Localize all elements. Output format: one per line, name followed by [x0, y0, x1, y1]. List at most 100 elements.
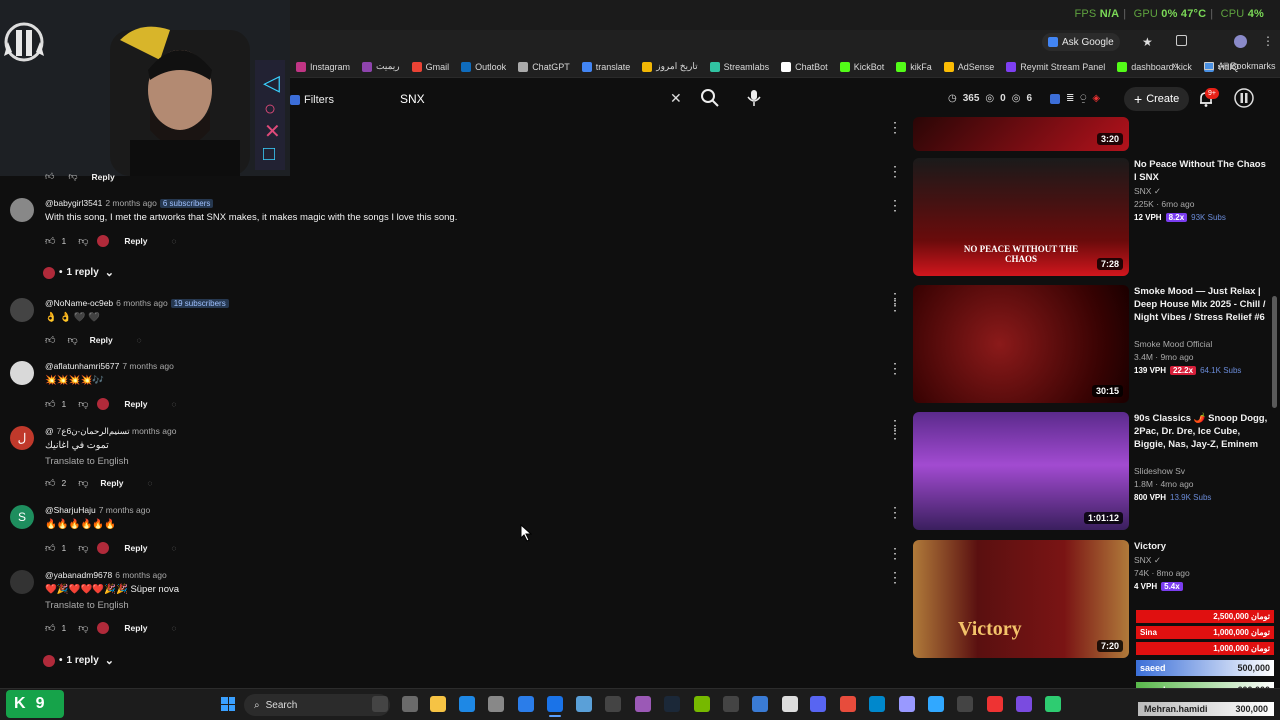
like-icon[interactable]: 👍︎	[45, 334, 55, 346]
dislike-icon[interactable]: 👎︎	[78, 477, 88, 489]
bookmark-item[interactable]: translate	[576, 61, 637, 72]
comment-time[interactable]: 6 months ago	[116, 298, 168, 308]
like-icon[interactable]: 👍︎	[45, 542, 55, 554]
all-bookmarks[interactable]: All Bookmarks	[1204, 61, 1276, 71]
video-title[interactable]: No Peace Without The Chaos l SNX	[1134, 158, 1270, 184]
dislike-icon[interactable]: 👎︎	[78, 542, 88, 554]
profile-icon[interactable]	[1234, 35, 1247, 48]
photoshop-icon[interactable]	[928, 696, 944, 712]
like-icon[interactable]: 👍︎	[45, 622, 55, 634]
more-icon[interactable]: ◌	[137, 336, 142, 345]
clear-search-icon[interactable]: ✕	[670, 90, 682, 107]
like-icon[interactable]: 👍︎	[45, 477, 55, 489]
more-icon[interactable]: ◌	[172, 400, 177, 409]
video-thumbnail[interactable]: 3:20	[913, 117, 1129, 151]
bookmark-item[interactable]: KickBot	[834, 61, 891, 72]
more-bookmarks-button[interactable]: »	[1172, 60, 1178, 72]
file-explorer-icon[interactable]	[430, 696, 446, 712]
comment-author[interactable]: @yabanadm9678	[45, 570, 112, 580]
vidiq-icon[interactable]	[1050, 93, 1061, 104]
browser2-icon[interactable]	[576, 696, 592, 712]
avatar[interactable]	[10, 361, 34, 385]
instagram-icon[interactable]	[635, 696, 651, 712]
video-menu-icon[interactable]: ⋮	[888, 291, 902, 305]
comment-author[interactable]: @SharjuHaju	[45, 505, 96, 515]
store-icon[interactable]	[488, 696, 504, 712]
tag-icon[interactable]: ⍜	[1080, 93, 1086, 104]
telegram-icon[interactable]	[869, 696, 885, 712]
bookmark-star-icon[interactable]: ★	[1142, 35, 1153, 49]
comment-time[interactable]: 6 months ago	[115, 570, 167, 580]
avatar[interactable]	[10, 298, 34, 322]
app4-icon[interactable]	[987, 696, 1003, 712]
bookmark-item[interactable]: kikFa	[890, 61, 938, 72]
avatar[interactable]: ل	[10, 426, 34, 450]
bookmark-item[interactable]: ChatBot	[775, 61, 834, 72]
video-menu-icon[interactable]: ⋮	[888, 164, 902, 178]
microphone-icon[interactable]	[746, 88, 762, 108]
comment-author[interactable]: @babygirl3541	[45, 198, 102, 208]
app2-icon[interactable]	[840, 696, 856, 712]
dislike-icon[interactable]: 👎︎	[78, 235, 88, 247]
extensions-icon[interactable]	[1176, 35, 1187, 46]
video-thumbnail[interactable]: 30:15	[913, 285, 1129, 403]
avatar[interactable]: S	[10, 505, 34, 529]
reply-button[interactable]: Reply	[124, 236, 147, 246]
like-icon[interactable]: 👍︎	[45, 398, 55, 410]
video-thumbnail[interactable]: 1:01:12	[913, 412, 1129, 530]
app-icon[interactable]	[752, 696, 768, 712]
app6-icon[interactable]	[1045, 696, 1061, 712]
windows-start-icon[interactable]	[221, 697, 235, 711]
replies-toggle[interactable]: • 1 reply ⌄	[43, 654, 114, 667]
reply-button[interactable]: Reply	[124, 399, 147, 409]
nvidia-icon[interactable]	[694, 696, 710, 712]
reply-button[interactable]: Reply	[92, 172, 115, 182]
video-menu-icon[interactable]: ⋮	[888, 546, 902, 560]
epic-icon[interactable]	[723, 696, 739, 712]
more-icon[interactable]: ◌	[172, 237, 177, 246]
comment-author[interactable]: @NoName-oc9eb	[45, 298, 113, 308]
steam-icon[interactable]	[664, 696, 680, 712]
channel-avatar-icon[interactable]	[1234, 88, 1254, 108]
bookmark-item[interactable]: AdSense	[938, 61, 1001, 72]
video-channel[interactable]: Smoke Mood Official	[1134, 339, 1212, 349]
aftereffects-icon[interactable]	[899, 696, 915, 712]
replies-toggle[interactable]: • 1 reply ⌄	[43, 266, 114, 279]
discord-icon[interactable]	[810, 696, 826, 712]
filters-button[interactable]: Filters	[290, 90, 334, 110]
comment-menu-icon[interactable]: ⋮	[888, 198, 902, 212]
bookmark-item[interactable]: ChatGPT	[512, 61, 576, 72]
bookmark-item[interactable]: Reymit Stream Panel	[1000, 61, 1111, 72]
translate-link[interactable]: Translate to English	[45, 456, 129, 467]
chrome-icon[interactable]	[547, 696, 563, 712]
comment-menu-icon[interactable]: ⋮	[888, 570, 902, 584]
video-thumbnail[interactable]: NO PEACE WITHOUT THE CHAOS 7:28	[913, 158, 1129, 276]
address-bar[interactable]	[290, 30, 1280, 56]
create-button[interactable]: + Create	[1124, 87, 1190, 111]
like-icon[interactable]: 👍︎	[45, 235, 55, 247]
video-channel[interactable]: Slideshow Sv	[1134, 466, 1185, 476]
dislike-icon[interactable]: 👎︎	[68, 171, 77, 182]
bookmark-item[interactable]: Streamlabs	[704, 61, 776, 72]
task-view-icon[interactable]	[402, 696, 418, 712]
comment-time[interactable]: 7 months ago	[99, 505, 151, 515]
dislike-icon[interactable]: 👎︎	[67, 334, 77, 346]
list-icon[interactable]: ≣	[1066, 93, 1074, 104]
scrollbar-thumb[interactable]	[1272, 296, 1277, 408]
bookmark-item[interactable]: Outlook	[455, 61, 512, 72]
comment-menu-icon[interactable]: ⋮	[888, 505, 902, 519]
like-icon[interactable]: 👍︎	[45, 171, 54, 182]
bookmark-item[interactable]: dashboard.kick	[1111, 61, 1198, 72]
avatar[interactable]	[10, 570, 34, 594]
wordpress-icon[interactable]	[782, 696, 798, 712]
reply-button[interactable]: Reply	[90, 335, 113, 345]
taskbar-search[interactable]: ⌕ Search	[244, 694, 390, 716]
comment-menu-icon[interactable]: ⋮	[888, 120, 902, 134]
reply-button[interactable]: Reply	[100, 478, 123, 488]
dislike-icon[interactable]: 👎︎	[78, 622, 88, 634]
comment-time[interactable]: 2 months ago	[105, 198, 157, 208]
video-title[interactable]: 90s Classics 🌶️ Snoop Dogg, 2Pac, Dr. Dr…	[1134, 412, 1270, 451]
dislike-icon[interactable]: 👎︎	[78, 398, 88, 410]
bookmark-item[interactable]: تاریخ امروز	[636, 61, 703, 72]
app5-icon[interactable]	[1016, 696, 1032, 712]
